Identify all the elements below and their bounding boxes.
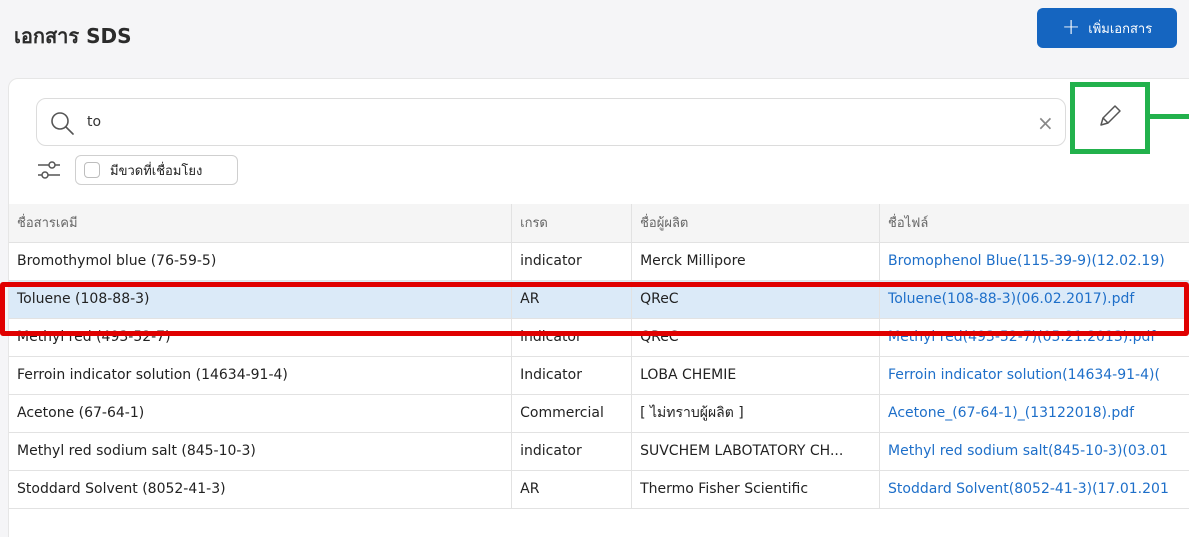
- manufacturer-cell: QReC: [631, 318, 881, 357]
- table-row[interactable]: Methyl red sodium salt (845-10-3) indica…: [9, 432, 1189, 471]
- file-link[interactable]: Bromophenol Blue(115-39-9)(12.02.19): [879, 242, 1189, 281]
- manufacturer-cell: Thermo Fisher Scientific: [631, 470, 881, 509]
- chemical-cell: Toluene (108-88-3): [9, 280, 513, 319]
- column-header-filename[interactable]: ชื่อไฟล์: [879, 204, 1189, 243]
- pencil-icon: [1097, 103, 1123, 133]
- chemical-cell: Methyl red sodium salt (845-10-3): [9, 432, 513, 471]
- file-link[interactable]: Toluene(108-88-3)(06.02.2017).pdf: [879, 280, 1189, 319]
- column-header-manufacturer[interactable]: ชื่อผู้ผลิต: [631, 204, 881, 243]
- search-value[interactable]: to: [87, 114, 101, 130]
- manufacturer-cell: SUVCHEM LABOTATORY CH...: [631, 432, 881, 471]
- plus-icon: +: [1061, 15, 1081, 40]
- close-icon[interactable]: ×: [1037, 111, 1054, 135]
- table-header-row: ชื่อสารเคมี เกรด ชื่อผู้ผลิต ชื่อไฟล์: [9, 204, 1189, 243]
- table-row[interactable]: Acetone (67-64-1) Commercial [ ไม่ทราบผู…: [9, 394, 1189, 433]
- column-header-chemical[interactable]: ชื่อสารเคมี: [9, 204, 513, 243]
- chemical-cell: Bromothymol blue (76-59-5): [9, 242, 513, 281]
- edit-button[interactable]: [1070, 82, 1150, 154]
- grade-cell: AR: [511, 470, 633, 509]
- manufacturer-cell: LOBA CHEMIE: [631, 356, 881, 395]
- chemical-cell: Acetone (67-64-1): [9, 394, 513, 433]
- file-link[interactable]: Stoddard Solvent(8052-41-3)(17.01.201: [879, 470, 1189, 509]
- add-document-label: เพิ่มเอกสาร: [1088, 21, 1153, 37]
- file-link[interactable]: Methyl red sodium salt(845-10-3)(03.01: [879, 432, 1189, 471]
- chemical-cell: Ferroin indicator solution (14634-91-4): [9, 356, 513, 395]
- manufacturer-cell: [ ไม่ทราบผู้ผลิต ]: [631, 394, 881, 433]
- linked-bottles-label: มีขวดที่เชื่อมโยง: [110, 163, 203, 179]
- page-title: เอกสาร SDS: [14, 24, 132, 48]
- annotation-connector: [1150, 114, 1189, 119]
- filter-settings-icon[interactable]: [36, 159, 62, 185]
- table-row[interactable]: Ferroin indicator solution (14634-91-4) …: [9, 356, 1189, 395]
- search-input[interactable]: to ×: [36, 98, 1066, 146]
- grade-cell: AR: [511, 280, 633, 319]
- grade-cell: indicator: [511, 318, 633, 357]
- manufacturer-cell: Merck Millipore: [631, 242, 881, 281]
- search-icon: [49, 110, 75, 140]
- file-link[interactable]: Ferroin indicator solution(14634-91-4)(: [879, 356, 1189, 395]
- chemical-cell: Stoddard Solvent (8052-41-3): [9, 470, 513, 509]
- chemical-cell: Methyl red (493-52-7): [9, 318, 513, 357]
- file-link[interactable]: Acetone_(67-64-1)_(13122018).pdf: [879, 394, 1189, 433]
- grade-cell: Indicator: [511, 356, 633, 395]
- manufacturer-cell: QReC: [631, 280, 881, 319]
- linked-bottles-checkbox[interactable]: [84, 162, 100, 178]
- table-row[interactable]: Methyl red (493-52-7) indicator QReC Met…: [9, 318, 1189, 357]
- table-row[interactable]: Toluene (108-88-3) AR QReC Toluene(108-8…: [9, 280, 1189, 319]
- add-document-button[interactable]: + เพิ่มเอกสาร: [1037, 8, 1177, 48]
- sds-table: ชื่อสารเคมี เกรด ชื่อผู้ผลิต ชื่อไฟล์ Br…: [9, 204, 1189, 509]
- linked-bottles-filter[interactable]: มีขวดที่เชื่อมโยง: [75, 155, 238, 185]
- column-header-grade[interactable]: เกรด: [511, 204, 633, 243]
- grade-cell: indicator: [511, 242, 633, 281]
- grade-cell: indicator: [511, 432, 633, 471]
- grade-cell: Commercial: [511, 394, 633, 433]
- table-row[interactable]: Bromothymol blue (76-59-5) indicator Mer…: [9, 242, 1189, 281]
- file-link[interactable]: Methyl red(493-52-7)(05.21.2013).pdf: [879, 318, 1189, 357]
- table-row[interactable]: Stoddard Solvent (8052-41-3) AR Thermo F…: [9, 470, 1189, 509]
